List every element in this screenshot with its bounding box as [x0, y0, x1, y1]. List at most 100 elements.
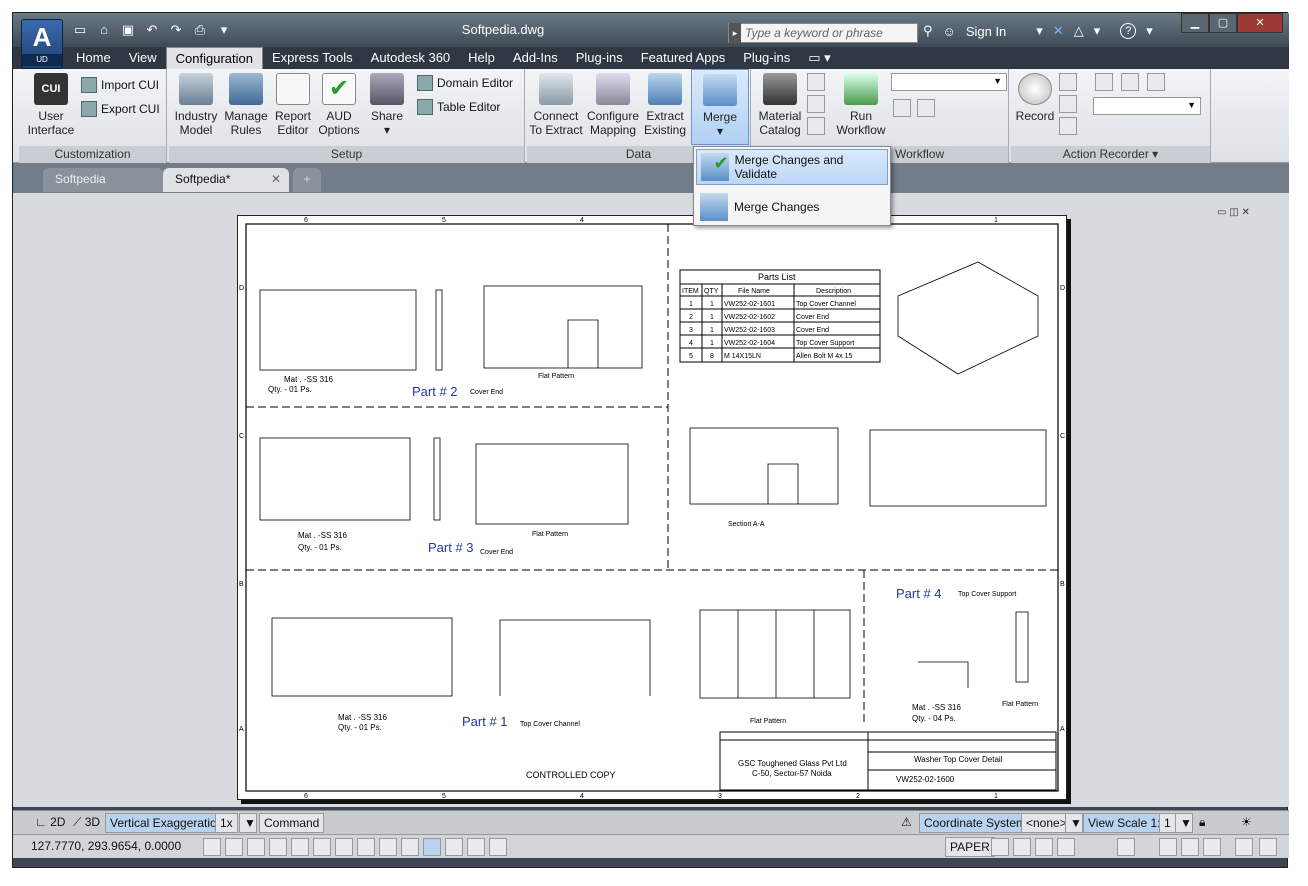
lineweight-icon[interactable]: [379, 838, 397, 856]
tab-help[interactable]: Help: [459, 47, 504, 69]
tab-add-ins[interactable]: Add-Ins: [504, 47, 567, 69]
osnap-icon[interactable]: [291, 838, 309, 856]
open-file-icon[interactable]: ⌂: [95, 21, 113, 39]
dyn-icon[interactable]: [357, 838, 375, 856]
action-tool-1-icon[interactable]: [1059, 73, 1077, 91]
macro-select[interactable]: ▼: [1093, 97, 1201, 115]
tab-featured-apps[interactable]: Featured Apps: [632, 47, 735, 69]
export-cui-button[interactable]: Export CUI: [81, 101, 160, 117]
toolbar-lock-icon[interactable]: [1181, 838, 1199, 856]
sign-in-link[interactable]: Sign In: [966, 24, 1006, 39]
merge-changes-validate-item[interactable]: ✔ Merge Changes and Validate: [696, 149, 888, 185]
quick-properties-icon[interactable]: [423, 838, 441, 856]
scale-dropdown-icon[interactable]: ▼: [1175, 813, 1193, 833]
close-tab-icon[interactable]: ✕: [271, 172, 281, 186]
aud-options-button[interactable]: ✔ AUD Options: [315, 73, 363, 137]
exaggeration-dropdown-icon[interactable]: ▼: [239, 813, 257, 833]
manage-rules-button[interactable]: Manage Rules: [223, 73, 269, 137]
annotation-monitor-icon[interactable]: [467, 838, 485, 856]
close-button[interactable]: ✕: [1237, 13, 1283, 33]
minimize-button[interactable]: ▁: [1181, 13, 1209, 33]
redo-icon[interactable]: ↷: [167, 21, 185, 39]
workflow-tool-5-icon[interactable]: [917, 99, 935, 117]
qat-dropdown-icon[interactable]: ▾: [215, 21, 233, 39]
viewport-minimize-icon[interactable]: ▭ ◫ ✕: [1217, 207, 1250, 218]
warning-icon[interactable]: ⚠: [901, 815, 912, 829]
play-icon[interactable]: [1095, 73, 1113, 91]
search-expand-icon[interactable]: ▸: [729, 23, 741, 43]
configure-mapping-button[interactable]: Configure Mapping: [585, 73, 641, 137]
doc-tab-softpedia-active[interactable]: Softpedia* ✕: [163, 168, 289, 192]
tab-express-tools[interactable]: Express Tools: [263, 47, 362, 69]
lock-icon[interactable]: 🔒︎: [1199, 815, 1205, 830]
ortho-icon[interactable]: [247, 838, 265, 856]
action-tool-4-icon[interactable]: [1121, 73, 1139, 91]
workflow-tool-1-icon[interactable]: [807, 73, 825, 91]
exchange-icon[interactable]: ✕: [1053, 23, 1064, 39]
plot-icon[interactable]: ⎙: [191, 21, 209, 39]
material-catalog-button[interactable]: Material Catalog: [755, 73, 805, 137]
user-interface-button[interactable]: CUI User Interface: [27, 73, 75, 137]
doc-tab-softpedia[interactable]: Softpedia: [43, 168, 163, 192]
vertical-exaggeration-value[interactable]: 1x: [215, 813, 238, 833]
record-button[interactable]: Record: [1015, 73, 1055, 123]
workflow-tool-4-icon[interactable]: [893, 99, 911, 117]
snap-icon[interactable]: [203, 838, 221, 856]
share-button[interactable]: Share ▾: [367, 73, 407, 137]
domain-editor-button[interactable]: Domain Editor: [417, 75, 513, 91]
a360-icon[interactable]: △: [1074, 23, 1084, 39]
run-workflow-button[interactable]: Run Workflow: [833, 73, 889, 137]
layout3-icon[interactable]: [1057, 838, 1075, 856]
mode-2d-button[interactable]: ∟ 2D: [35, 815, 65, 829]
maximize-button[interactable]: ▢: [1209, 13, 1237, 33]
action-tool-5-icon[interactable]: [1147, 73, 1165, 91]
layout2-icon[interactable]: [1035, 838, 1053, 856]
lightbulb-icon[interactable]: ☀: [1241, 815, 1252, 829]
polar-icon[interactable]: [269, 838, 287, 856]
help-icon[interactable]: ?: [1120, 23, 1137, 39]
sign-in-dropdown-icon[interactable]: ▾: [1036, 23, 1043, 39]
action-recorder-expand-icon[interactable]: ▾: [1152, 147, 1158, 161]
workspace-gear-icon[interactable]: [1159, 838, 1177, 856]
undo-icon[interactable]: ↶: [143, 21, 161, 39]
tab-home[interactable]: Home: [67, 47, 120, 69]
clean-screen-icon[interactable]: [1259, 838, 1277, 856]
tab-view[interactable]: View: [120, 47, 166, 69]
transparency-icon[interactable]: [401, 838, 419, 856]
ribbon-minimize-toggle[interactable]: ▭ ▾: [799, 47, 839, 69]
table-editor-button[interactable]: Table Editor: [417, 99, 500, 115]
help-dropdown-icon[interactable]: ▾: [1146, 23, 1153, 39]
a360-dropdown-icon[interactable]: ▾: [1094, 23, 1101, 39]
binoculars-icon[interactable]: ⚲: [923, 23, 933, 39]
add-icon[interactable]: [489, 838, 507, 856]
tab-configuration[interactable]: Configuration: [165, 47, 263, 69]
workflow-tool-3-icon[interactable]: [807, 117, 825, 135]
action-tool-3-icon[interactable]: [1059, 117, 1077, 135]
application-menu-button[interactable]: A UD: [21, 19, 63, 69]
view-scale-value[interactable]: 1: [1159, 813, 1176, 833]
model-icon[interactable]: [991, 838, 1009, 856]
coordinate-dropdown-icon[interactable]: ▼: [1065, 813, 1083, 833]
mode-3d-button[interactable]: ⟋ 3D: [73, 815, 100, 830]
report-editor-button[interactable]: Report Editor: [271, 73, 315, 137]
workflow-select[interactable]: ▼: [891, 73, 1007, 91]
new-tab-button[interactable]: +: [293, 168, 321, 192]
hardware-accel-icon[interactable]: [1203, 838, 1221, 856]
merge-dropdown-icon[interactable]: ▾: [692, 124, 748, 138]
import-cui-button[interactable]: Import CUI: [81, 77, 159, 93]
new-file-icon[interactable]: ▭: [71, 21, 89, 39]
tab-plug-ins[interactable]: Plug-ins: [567, 47, 632, 69]
ducs-icon[interactable]: [335, 838, 353, 856]
action-tool-2-icon[interactable]: [1059, 95, 1077, 113]
share-dropdown-icon[interactable]: ▾: [367, 123, 407, 137]
drawing-area[interactable]: ▭ ◫ ✕ 6 5 4 3 2 1 6 5 4 3 2 1 D C B A D …: [13, 193, 1289, 807]
paper-space-button[interactable]: PAPER: [945, 837, 995, 857]
tab-plug-ins-2[interactable]: Plug-ins: [734, 47, 799, 69]
layout-icon[interactable]: [1013, 838, 1031, 856]
tab-autodesk-360[interactable]: Autodesk 360: [362, 47, 460, 69]
merge-changes-item[interactable]: Merge Changes: [696, 189, 888, 225]
grid-icon[interactable]: [225, 838, 243, 856]
merge-button[interactable]: Merge ▾: [691, 69, 749, 145]
isolate-objects-icon[interactable]: [1235, 838, 1253, 856]
command-button[interactable]: Command: [259, 813, 325, 833]
